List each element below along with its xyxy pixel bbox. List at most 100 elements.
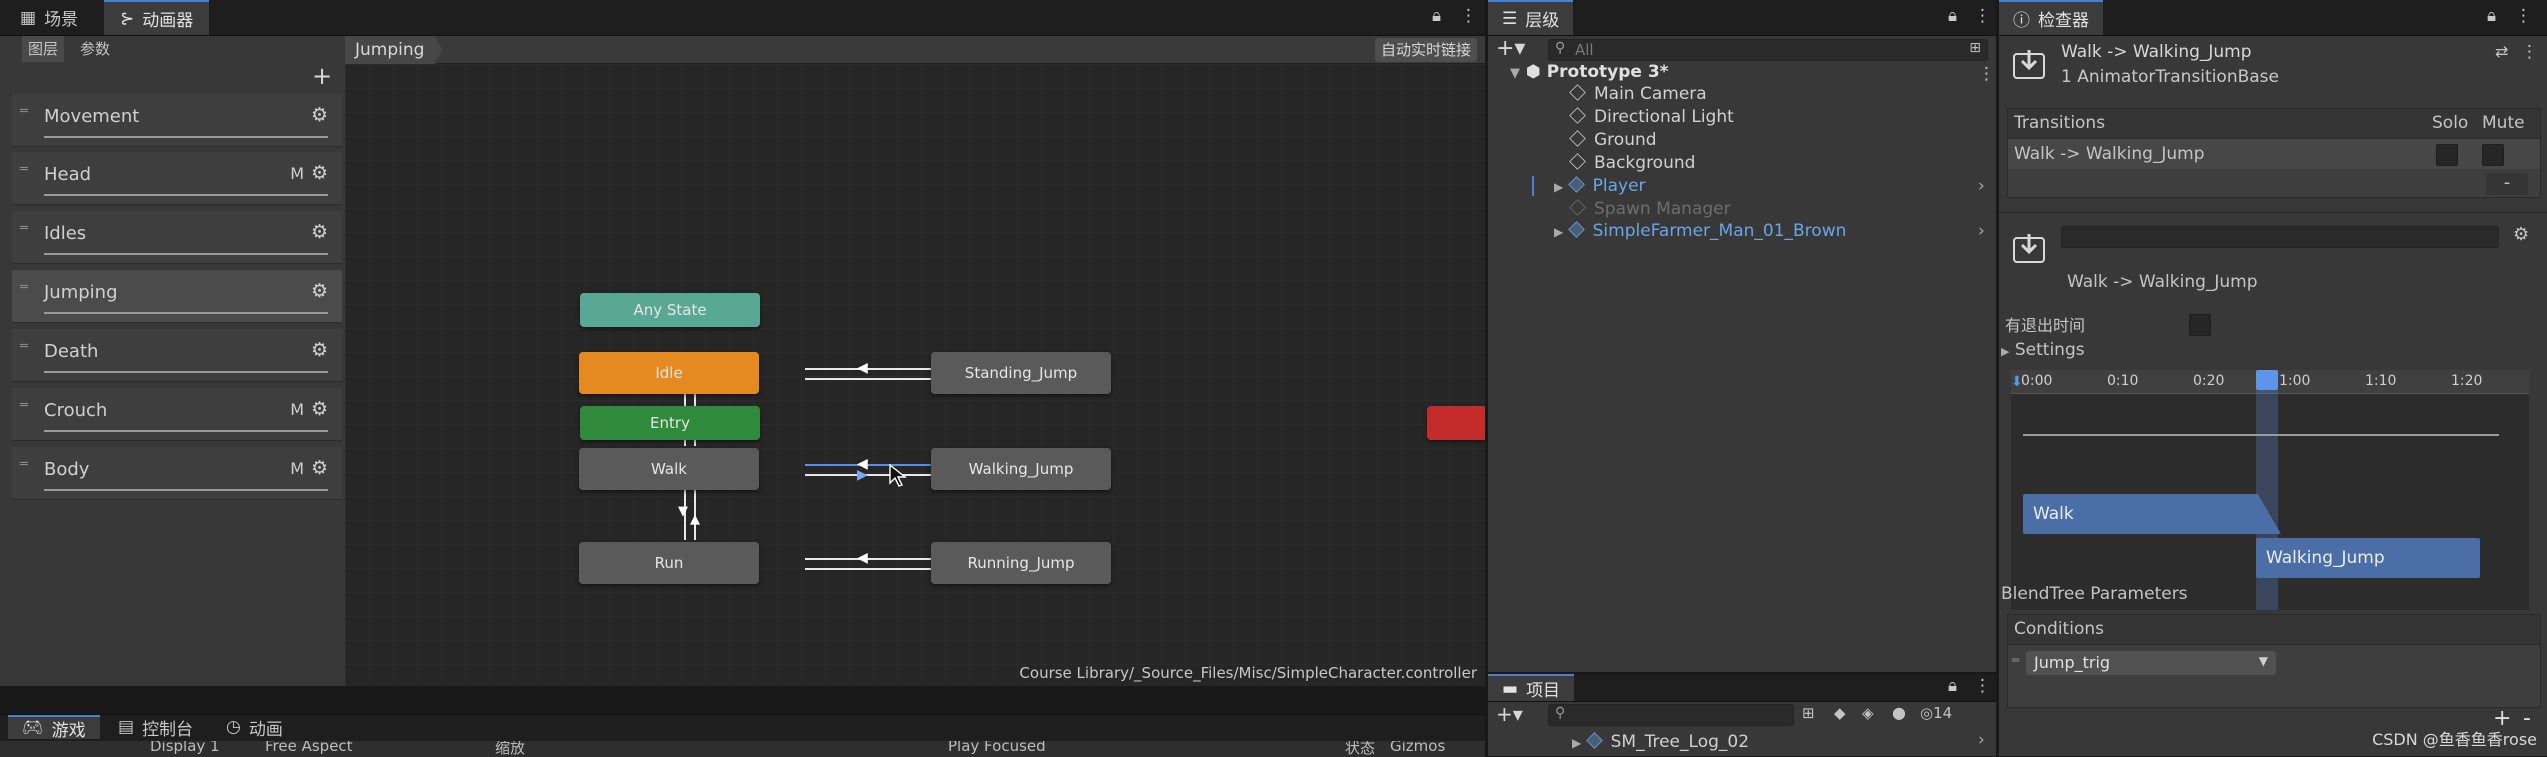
settings-foldout[interactable]: ▶ Settings <box>2001 340 2085 360</box>
drag-handle-icon[interactable]: ═ <box>20 398 28 413</box>
hierarchy-item-simplefarmer[interactable]: ▶ SimpleFarmer_Man_01_Brown <box>1554 221 1846 241</box>
weight-slider[interactable] <box>44 371 328 373</box>
search-by-type-icon[interactable]: ⊞ <box>1802 704 1815 722</box>
hierarchy-item-player[interactable]: ▶ Player <box>1554 176 1646 196</box>
transition-window-handle[interactable] <box>2256 370 2278 390</box>
gear-icon[interactable]: ⚙ <box>311 339 328 361</box>
animator-graph[interactable]: ◀ ◀ ▶ ◀ ▼ ▲ Any State Idle Entry Walk Ru… <box>345 64 1485 686</box>
project-search[interactable]: ⚲ <box>1548 704 1794 726</box>
info-circle-icon[interactable]: ● <box>1892 703 1906 722</box>
subtab-layers[interactable]: 图层 <box>22 36 65 62</box>
tab-hierarchy[interactable]: ☰ 层级 <box>1488 0 1574 35</box>
subtab-parameters[interactable]: 参数 <box>74 36 116 62</box>
state-any-state[interactable]: Any State <box>580 293 760 327</box>
transition-name-field[interactable] <box>2061 226 2499 248</box>
layer-item[interactable]: ═ Head M ⚙ <box>12 152 342 205</box>
lock-icon[interactable]: 🔒︎ <box>1432 6 1441 26</box>
play-mode-dropdown[interactable]: Play Focused <box>948 741 1046 755</box>
lock-icon[interactable]: 🔒︎ <box>1948 6 1957 26</box>
drag-handle-icon[interactable]: ═ <box>20 339 28 354</box>
tab-animation[interactable]: ◷ 动画 <box>212 715 297 740</box>
playhead-marker-icon[interactable]: ⬇ <box>2011 374 2023 390</box>
remove-transition-button[interactable]: - <box>2486 173 2528 195</box>
tab-scene[interactable]: ▦ 场景 <box>6 0 92 35</box>
transition-timeline[interactable]: 0:00 0:10 0:20 1:00 1:10 1:20 ⬇ Walk Wal… <box>2011 370 2529 610</box>
drag-handle-icon[interactable]: ═ <box>20 280 28 295</box>
expand-arrow-icon[interactable]: ▶ <box>1554 225 1563 239</box>
hierarchy-item-ground[interactable]: Ground <box>1569 130 1657 150</box>
expand-arrow-icon[interactable]: ▼ <box>1510 66 1520 81</box>
more-icon[interactable]: ⋮ <box>2515 6 2532 26</box>
layer-item[interactable]: ═ Jumping ⚙ <box>12 270 342 323</box>
more-icon[interactable]: ⋮ <box>2521 42 2538 62</box>
hidden-count[interactable]: ◎14 <box>1920 704 1952 722</box>
tab-game[interactable]: 🎮︎ 游戏 <box>8 715 100 741</box>
search-options-icon[interactable]: ⊞ <box>1969 40 1981 56</box>
gear-icon[interactable]: ⚙ <box>311 104 328 126</box>
transition-row[interactable]: Walk -> Walking_Jump <box>2008 139 2540 169</box>
gear-icon[interactable]: ⚙ <box>311 457 328 479</box>
expand-arrow-icon[interactable]: ▶ <box>1554 180 1563 194</box>
label-icon[interactable]: ◈ <box>1862 704 1874 722</box>
scale-slider[interactable]: 缩放 <box>495 741 525 757</box>
scene-root[interactable]: ▼ ⬢ Prototype 3* <box>1510 62 1669 82</box>
weight-slider[interactable] <box>44 312 328 314</box>
drag-handle-icon[interactable]: ═ <box>20 162 28 177</box>
transition-walk-walking-jump[interactable] <box>805 464 941 466</box>
gear-icon[interactable]: ⚙ <box>311 398 328 420</box>
layer-item[interactable]: ═ Crouch M ⚙ <box>12 388 342 441</box>
state-idle[interactable]: Idle <box>579 352 759 394</box>
state-exit[interactable] <box>1427 406 1485 440</box>
display-dropdown[interactable]: Display 1 <box>150 741 220 755</box>
gizmos-button[interactable]: Gizmos <box>1390 741 1445 755</box>
solo-checkbox[interactable] <box>2436 144 2458 166</box>
layer-item[interactable]: ═ Death ⚙ <box>12 329 342 382</box>
more-icon[interactable]: ⋮ <box>1974 6 1991 26</box>
state-running-jump[interactable]: Running_Jump <box>931 542 1111 584</box>
add-object-icon[interactable]: +▾ <box>1496 36 1525 61</box>
state-walk[interactable]: Walk <box>579 448 759 490</box>
lock-icon[interactable]: 🔒︎ <box>1948 676 1957 696</box>
drag-handle-icon[interactable]: ═ <box>20 221 28 236</box>
state-standing-jump[interactable]: Standing_Jump <box>931 352 1111 394</box>
source-state-bar[interactable]: Walk <box>2023 494 2281 534</box>
state-walking-jump[interactable]: Walking_Jump <box>931 448 1111 490</box>
more-icon[interactable]: ⋮ <box>1460 6 1477 26</box>
more-icon[interactable]: ⋮ <box>1974 676 1991 696</box>
auto-live-link-button[interactable]: 自动实时链接 <box>1374 38 1477 62</box>
weight-slider[interactable] <box>44 253 328 255</box>
lock-icon[interactable]: 🔒︎ <box>2487 6 2496 26</box>
hierarchy-item-background[interactable]: Background <box>1569 153 1695 173</box>
expand-arrow-icon[interactable]: ▶ <box>1572 736 1581 750</box>
presets-icon[interactable]: ⇄ <box>2495 42 2508 61</box>
layer-item[interactable]: ═ Idles ⚙ <box>12 211 342 264</box>
destination-state-bar[interactable]: Walking_Jump <box>2256 538 2480 578</box>
layer-item[interactable]: ═ Movement ⚙ <box>12 94 342 147</box>
gear-icon[interactable]: ⚙ <box>311 162 328 184</box>
weight-slider[interactable] <box>44 489 328 491</box>
chevron-right-icon[interactable]: › <box>1978 176 1985 196</box>
weight-slider[interactable] <box>44 194 328 196</box>
state-run[interactable]: Run <box>579 542 759 584</box>
condition-parameter-dropdown[interactable]: Jump_trig ▼ <box>2026 651 2276 675</box>
transition-run-running-jump[interactable] <box>805 558 941 560</box>
hierarchy-item-directional-light[interactable]: Directional Light <box>1569 107 1734 127</box>
scene-more-icon[interactable]: ⋮ <box>1978 64 1995 84</box>
state-entry[interactable]: Entry <box>580 406 760 440</box>
layer-item[interactable]: ═ Body M ⚙ <box>12 447 342 500</box>
breadcrumb[interactable]: Jumping <box>345 36 443 64</box>
weight-slider[interactable] <box>44 430 328 432</box>
chevron-right-icon[interactable]: › <box>1978 730 1985 750</box>
tab-project[interactable]: ▬ 项目 <box>1488 674 1575 701</box>
transition-standing-jump-idle[interactable] <box>805 378 941 380</box>
add-layer-icon[interactable]: + <box>312 62 332 90</box>
mute-checkbox[interactable] <box>2482 144 2504 166</box>
weight-slider[interactable] <box>44 136 328 138</box>
chevron-right-icon[interactable]: › <box>1978 221 1985 241</box>
tab-console[interactable]: ▤ 控制台 <box>104 715 207 740</box>
drag-handle-icon[interactable]: ═ <box>20 104 28 119</box>
hierarchy-item-spawn-manager[interactable]: Spawn Manager <box>1569 199 1731 219</box>
has-exit-time-checkbox[interactable] <box>2189 314 2211 336</box>
transition-running-jump-run[interactable] <box>805 568 941 570</box>
transition-walking-jump-walk[interactable] <box>805 474 941 476</box>
